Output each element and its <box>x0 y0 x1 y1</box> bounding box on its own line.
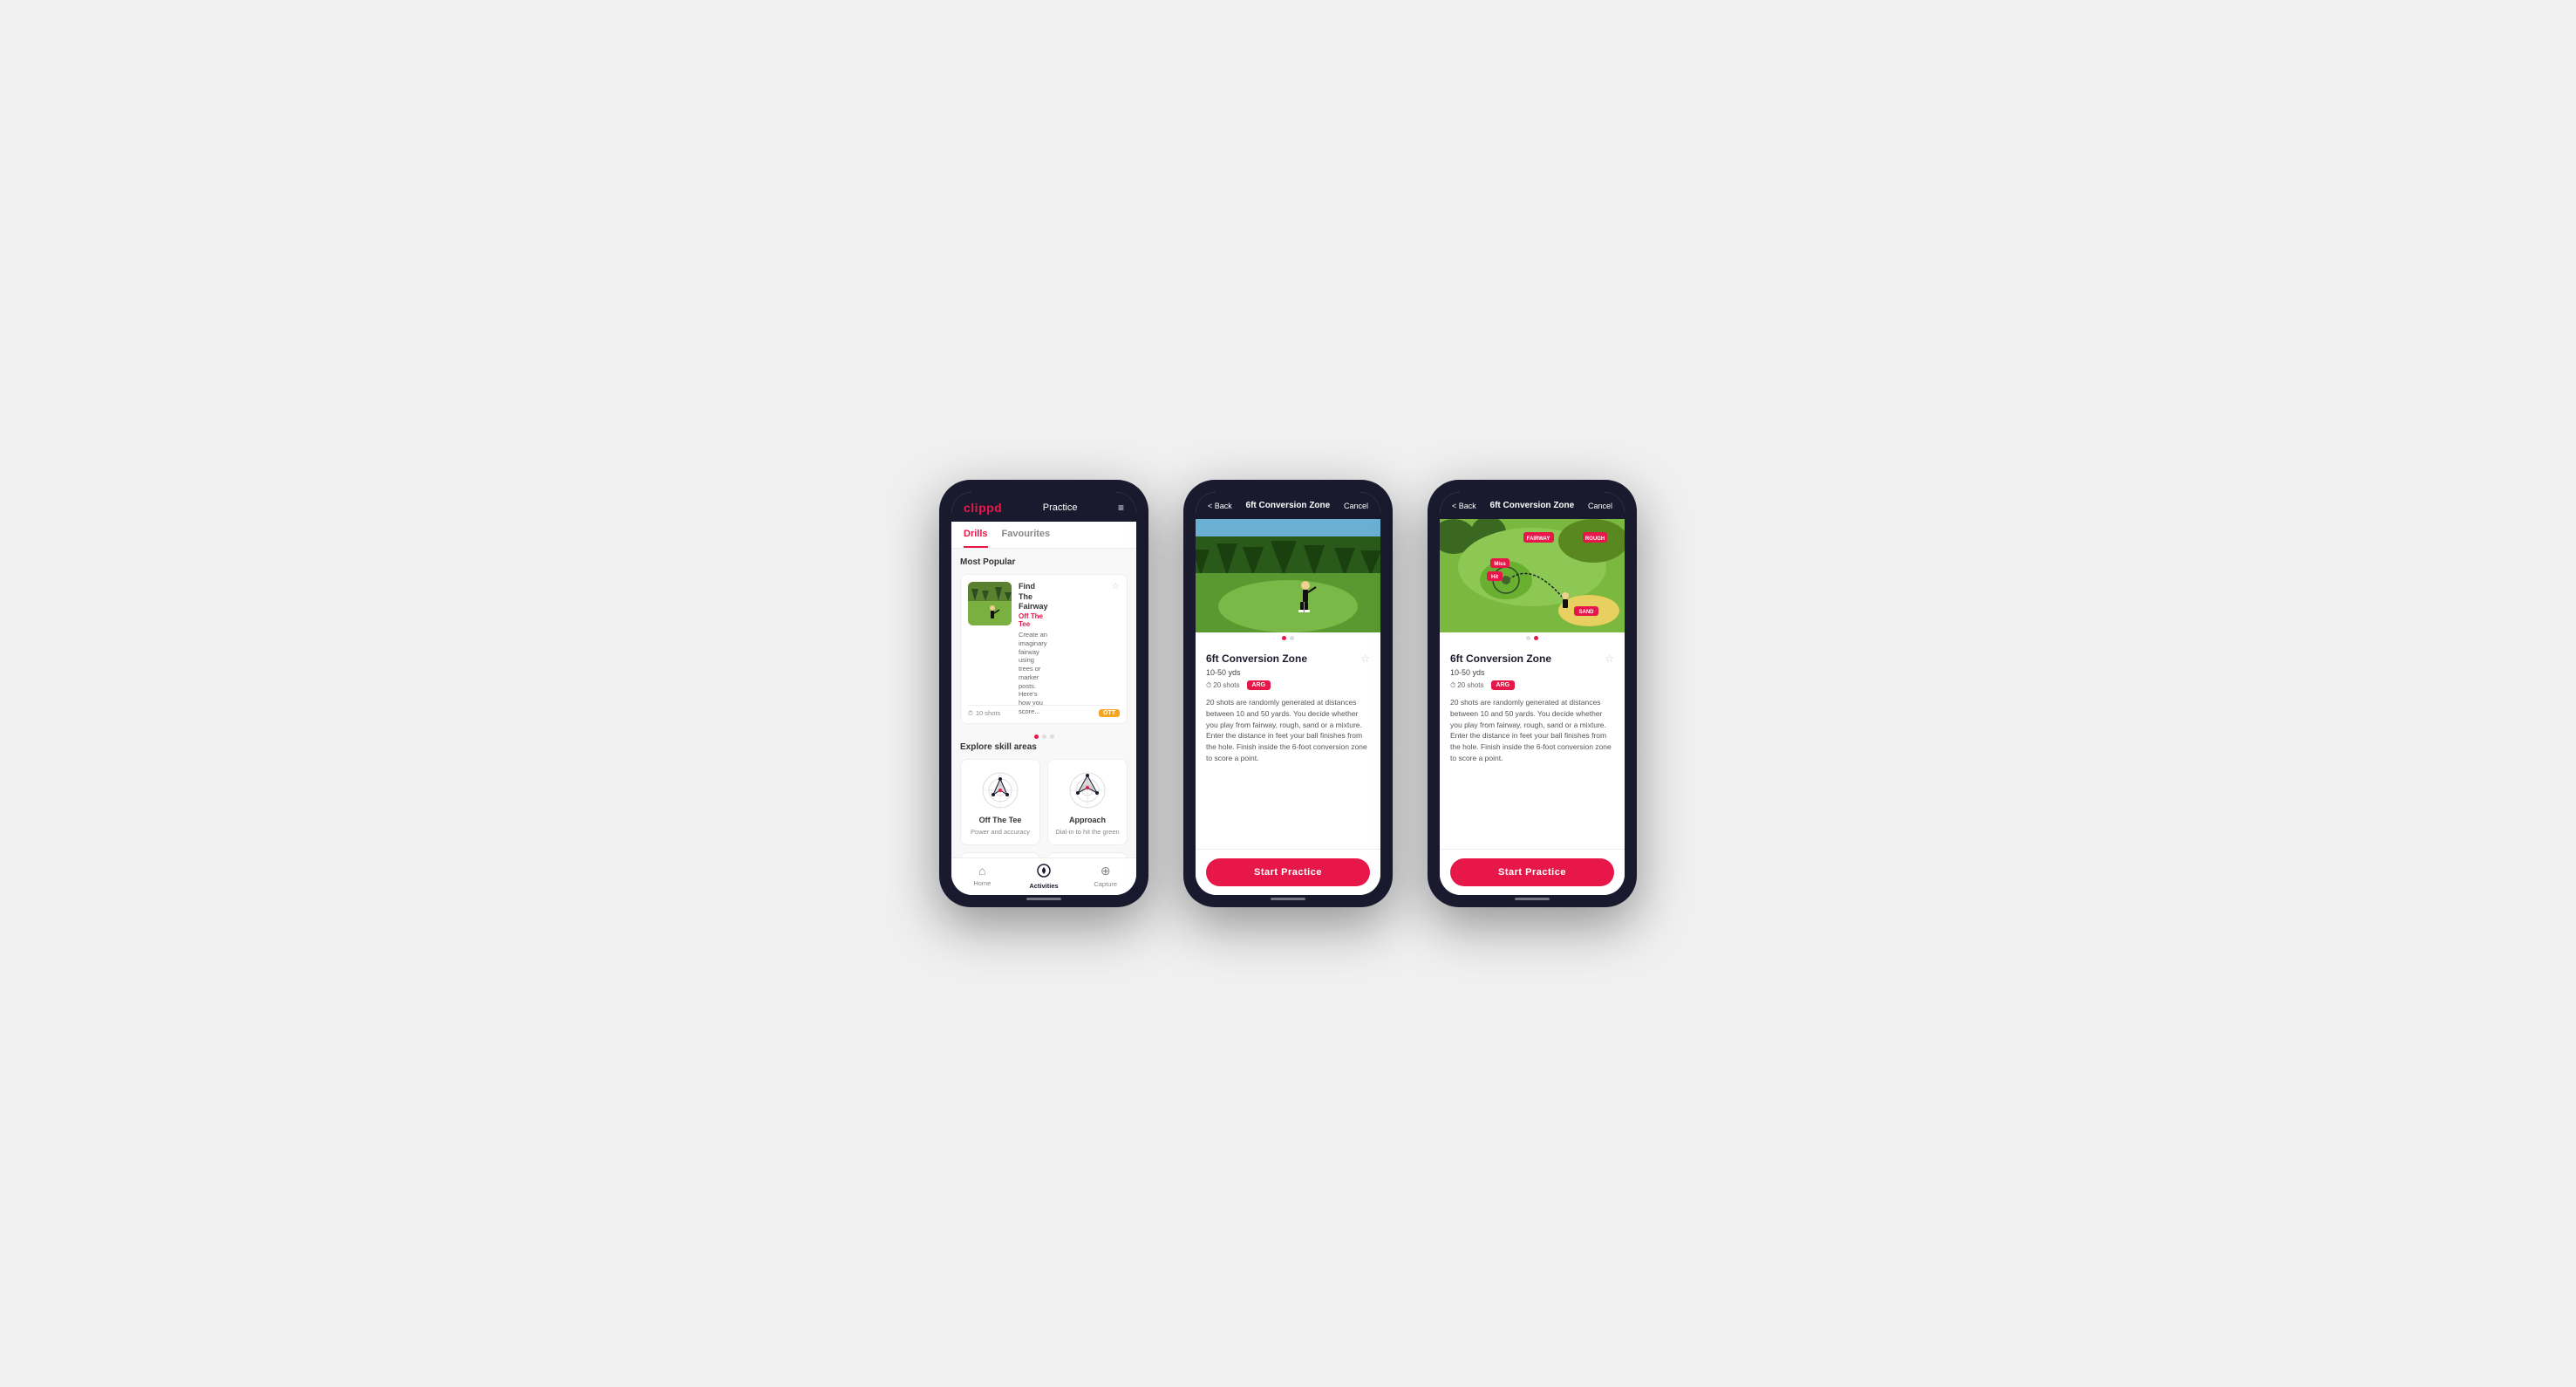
img-dot-3-2 <box>1534 636 1538 640</box>
image-dots <box>1196 632 1380 644</box>
home-indicator-2 <box>1271 898 1305 900</box>
tabs-bar: Drills Favourites <box>951 522 1136 549</box>
drill-category-tag: OTT <box>1099 709 1120 717</box>
cancel-button-3[interactable]: Cancel <box>1588 502 1612 510</box>
favourite-star-icon[interactable]: ☆ <box>1112 582 1120 591</box>
svg-text:ROUGH: ROUGH <box>1585 536 1605 542</box>
skill-name-ott: Off The Tee <box>979 816 1022 824</box>
skill-desc-ott: Power and accuracy <box>971 828 1030 836</box>
activities-icon <box>1037 864 1051 880</box>
skill-approach[interactable]: Approach Dial-in to hit the green <box>1047 759 1128 845</box>
drill-description-text: 20 shots are randomly generated at dista… <box>1206 697 1370 764</box>
capture-icon: ⊕ <box>1101 864 1111 878</box>
screen-title: 6ft Conversion Zone <box>1246 501 1331 510</box>
drill-map-image: FAIRWAY ROUGH Miss Hit SAND <box>1440 519 1625 632</box>
image-dots-3 <box>1440 632 1625 644</box>
capture-label: Capture <box>1094 880 1117 888</box>
drill-detail-name: 6ft Conversion Zone <box>1206 653 1307 665</box>
off-tee-icon <box>978 769 1022 812</box>
cancel-button[interactable]: Cancel <box>1344 502 1368 510</box>
skill-grid: Off The Tee Power and accuracy <box>960 759 1128 857</box>
back-button[interactable]: < Back <box>1208 502 1232 510</box>
start-practice-button[interactable]: Start Practice <box>1206 858 1370 886</box>
detail-star-icon[interactable]: ☆ <box>1360 653 1370 665</box>
most-popular-title: Most Popular <box>960 557 1128 567</box>
drill-info: Find The Fairway Off The Tee Create an i… <box>1019 582 1048 716</box>
drill-detail-header-3: 6ft Conversion Zone ☆ <box>1450 653 1614 665</box>
phones-container: clippd Practice ≡ Drills Favourites Most… <box>939 480 1637 907</box>
phone-2: < Back 6ft Conversion Zone Cancel <box>1183 480 1393 907</box>
back-button-3[interactable]: < Back <box>1452 502 1476 510</box>
golf-scene <box>1196 519 1380 632</box>
home-label: Home <box>973 879 991 887</box>
nav-home[interactable]: ⌂ Home <box>951 864 1013 890</box>
dot-2 <box>1042 734 1046 739</box>
svg-text:SAND: SAND <box>1578 610 1594 615</box>
drill-tag: ARG <box>1247 680 1271 690</box>
menu-icon[interactable]: ≡ <box>1118 502 1124 514</box>
phone-2-screen: < Back 6ft Conversion Zone Cancel <box>1196 492 1380 895</box>
drill-tag-3: ARG <box>1491 680 1516 690</box>
dot-3 <box>1050 734 1054 739</box>
app-logo: clippd <box>964 501 1002 515</box>
drill-range-3: 10-50 yds <box>1450 668 1614 677</box>
drill-detail-header: 6ft Conversion Zone ☆ <box>1206 653 1370 665</box>
home-indicator <box>1026 898 1061 900</box>
drill-name: Find The Fairway <box>1019 582 1048 612</box>
phone-2-header: < Back 6ft Conversion Zone Cancel <box>1196 492 1380 519</box>
drill-detail-name-3: 6ft Conversion Zone <box>1450 653 1551 665</box>
start-practice-button-3[interactable]: Start Practice <box>1450 858 1614 886</box>
phone-1: clippd Practice ≡ Drills Favourites Most… <box>939 480 1148 907</box>
drill-shots-3: ⏱ 20 shots <box>1450 681 1484 690</box>
svg-text:FAIRWAY: FAIRWAY <box>1527 536 1550 542</box>
phone-3-footer: Start Practice <box>1440 849 1625 895</box>
explore-title: Explore skill areas <box>960 742 1128 752</box>
drill-detail-content: 6ft Conversion Zone ☆ 10-50 yds ⏱ 20 sho… <box>1196 644 1380 849</box>
img-dot-1 <box>1282 636 1286 640</box>
nav-capture[interactable]: ⊕ Capture <box>1074 864 1136 890</box>
phone-1-screen: clippd Practice ≡ Drills Favourites Most… <box>951 492 1136 895</box>
skill-desc-approach: Dial-in to hit the green <box>1055 828 1119 836</box>
skill-name-approach: Approach <box>1069 816 1106 824</box>
drill-description: Create an imaginary fairway using trees … <box>1019 631 1048 716</box>
card-dots <box>960 731 1128 742</box>
drill-meta: ⏱ 10 shots OTT <box>968 705 1120 718</box>
img-dot-2 <box>1290 636 1294 640</box>
phone-3-screen: < Back 6ft Conversion Zone Cancel <box>1440 492 1625 895</box>
drill-range: 10-50 yds <box>1206 668 1370 677</box>
phone-1-content: Most Popular <box>951 549 1136 857</box>
phone-2-footer: Start Practice <box>1196 849 1380 895</box>
phone-1-header: clippd Practice ≡ <box>951 492 1136 522</box>
drill-description-text-3: 20 shots are randomly generated at dista… <box>1450 697 1614 764</box>
drill-shots: ⏱ 20 shots <box>1206 681 1240 690</box>
shots-count: ⏱ 10 shots <box>968 709 1000 718</box>
phone-3: < Back 6ft Conversion Zone Cancel <box>1428 480 1637 907</box>
img-dot-3-1 <box>1526 636 1530 640</box>
screen-title-3: 6ft Conversion Zone <box>1490 501 1575 510</box>
tab-favourites[interactable]: Favourites <box>1002 522 1051 548</box>
activities-label: Activities <box>1029 882 1058 890</box>
drill-image <box>1196 519 1380 632</box>
svg-text:Miss: Miss <box>1494 562 1506 567</box>
home-icon: ⌂ <box>978 864 985 878</box>
drill-detail-content-3: 6ft Conversion Zone ☆ 10-50 yds ⏱ 20 sho… <box>1440 644 1625 849</box>
drill-subtitle: Off The Tee <box>1019 612 1048 628</box>
bottom-nav: ⌂ Home Activities ⊕ Capture <box>951 857 1136 895</box>
approach-icon <box>1066 769 1109 812</box>
drill-meta-row: ⏱ 20 shots ARG <box>1206 680 1370 690</box>
phone-3-header: < Back 6ft Conversion Zone Cancel <box>1440 492 1625 519</box>
svg-text:Hit: Hit <box>1491 575 1498 580</box>
detail-star-icon-3[interactable]: ☆ <box>1605 653 1614 665</box>
nav-title: Practice <box>1043 502 1078 513</box>
drill-meta-row-3: ⏱ 20 shots ARG <box>1450 680 1614 690</box>
home-indicator-3 <box>1515 898 1550 900</box>
dot-1 <box>1034 734 1039 739</box>
nav-activities[interactable]: Activities <box>1013 864 1075 890</box>
tab-drills[interactable]: Drills <box>964 522 988 548</box>
skill-off-the-tee[interactable]: Off The Tee Power and accuracy <box>960 759 1040 845</box>
map-scene: FAIRWAY ROUGH Miss Hit SAND <box>1440 519 1625 632</box>
featured-drill-card[interactable]: Find The Fairway Off The Tee Create an i… <box>960 574 1128 724</box>
drill-thumbnail <box>968 582 1012 625</box>
